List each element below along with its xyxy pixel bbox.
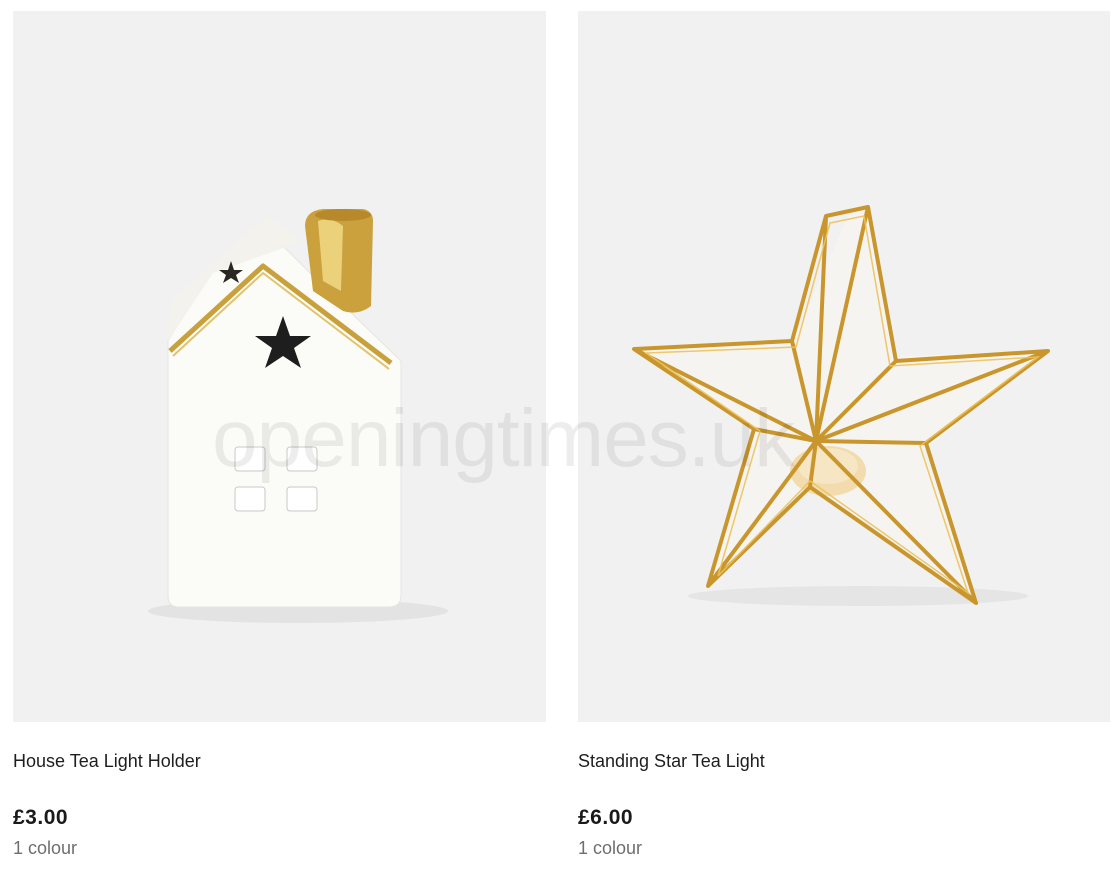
product-card-house[interactable]: House Tea Light Holder £3.00 1 colour xyxy=(13,11,546,859)
product-image-star[interactable] xyxy=(578,11,1110,722)
product-card-star[interactable]: Standing Star Tea Light £6.00 1 colour xyxy=(578,11,1110,859)
house-tealight-image xyxy=(148,209,448,623)
product-colour-count: 1 colour xyxy=(13,838,78,858)
product-price: £3.00 xyxy=(13,806,69,829)
product-colour-count: 1 colour xyxy=(578,838,643,858)
product-price: £6.00 xyxy=(578,806,634,829)
product-title[interactable]: House Tea Light Holder xyxy=(13,750,546,772)
product-image-house[interactable] xyxy=(13,11,546,722)
product-title[interactable]: Standing Star Tea Light xyxy=(578,750,1110,772)
star-tealight-image xyxy=(632,205,1050,606)
